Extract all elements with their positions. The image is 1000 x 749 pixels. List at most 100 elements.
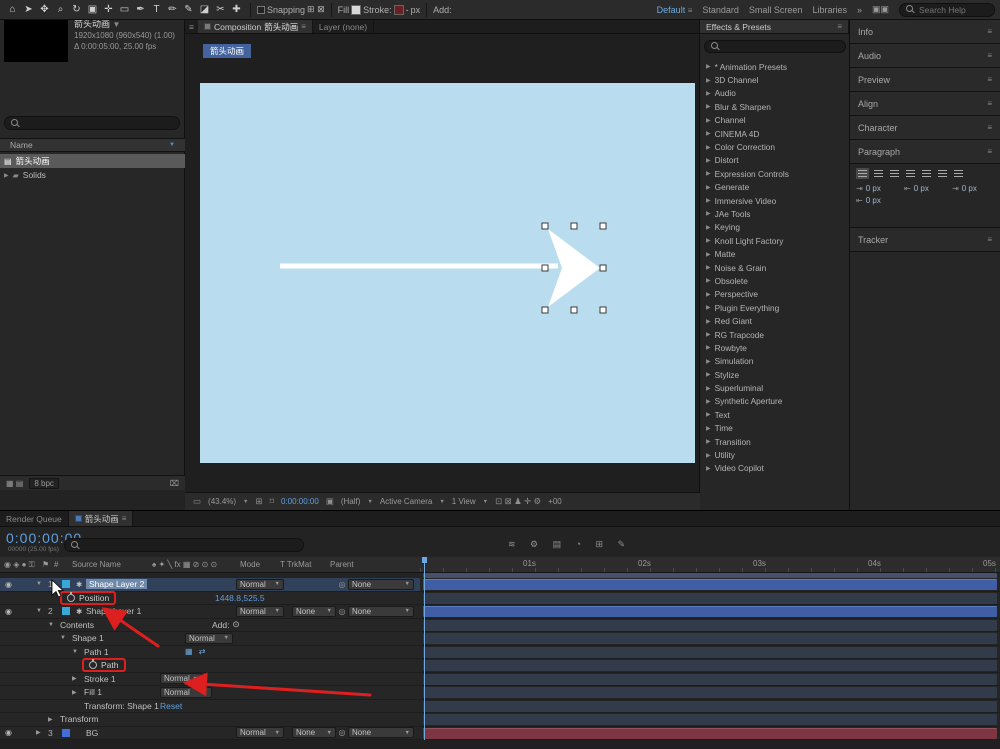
chevron-right-icon[interactable]: ▶ bbox=[706, 117, 711, 124]
selection-handle[interactable] bbox=[570, 222, 578, 230]
effects-category-item[interactable]: ▶ Knoll Light Factory bbox=[700, 234, 850, 247]
tab-composition[interactable]: Composition 箭头动画 ≡ bbox=[197, 20, 313, 33]
position-property-label[interactable]: Position bbox=[79, 593, 109, 603]
shape-tool[interactable]: ▭ bbox=[117, 2, 132, 18]
view-layout-selector[interactable]: 1 View bbox=[452, 497, 476, 506]
path-1-label[interactable]: Path 1 bbox=[84, 647, 109, 657]
chevron-right-icon[interactable]: ▶ bbox=[706, 304, 711, 311]
property-row-path[interactable]: Path bbox=[0, 658, 420, 673]
selection-handle[interactable] bbox=[541, 222, 549, 230]
effects-category-item[interactable]: ▶ Channel bbox=[700, 114, 850, 127]
effects-category-item[interactable]: ▶ Superluminal bbox=[700, 381, 850, 394]
paragraph-indent-field[interactable]: ⇤ 0 px bbox=[856, 196, 898, 205]
effects-category-item[interactable]: ▶ Text bbox=[700, 408, 850, 421]
pan-behind-tool[interactable]: ✛ bbox=[101, 2, 116, 18]
stroke-swatch[interactable] bbox=[393, 4, 404, 15]
position-value[interactable]: 1448.8,525.5 bbox=[215, 593, 265, 603]
selection-handle[interactable] bbox=[599, 264, 607, 272]
effects-category-item[interactable]: ▶ Expression Controls bbox=[700, 167, 850, 180]
chevron-down-icon[interactable]: ▼ bbox=[367, 499, 372, 505]
transform-label[interactable]: Transform bbox=[60, 714, 98, 724]
parent-dropdown[interactable]: None ▼ bbox=[348, 578, 414, 590]
tab-timeline-comp[interactable]: 箭头动画 ≡ bbox=[68, 511, 134, 526]
blend-mode-dropdown[interactable]: Normal ▼ bbox=[160, 673, 202, 685]
effects-category-item[interactable]: ▶ Color Correction bbox=[700, 140, 850, 153]
twirl-down-icon[interactable]: ▼ bbox=[60, 635, 72, 641]
effects-category-item[interactable]: ▶ Red Giant bbox=[700, 314, 850, 327]
status-misc-icons[interactable]: ⊡ ⊠ ♟ ✛ ⚙ bbox=[495, 496, 541, 507]
monitor-icon[interactable]: ▭ bbox=[193, 496, 201, 507]
help-search-input[interactable] bbox=[919, 4, 989, 15]
twirl-right-icon[interactable]: ▶ bbox=[36, 729, 48, 736]
transform-shape-label[interactable]: Transform: Shape 1 bbox=[84, 701, 159, 711]
chevron-right-icon[interactable]: ▶ bbox=[706, 344, 711, 351]
layer-row-shape-layer-2[interactable]: ◉ ▼ 1 ✱ Shape Layer 2 Normal ▼ ◎ None ▼ bbox=[0, 578, 420, 592]
add-shape-button[interactable]: ⊙ bbox=[233, 619, 240, 630]
visibility-eye-icon[interactable]: ◉ bbox=[5, 580, 12, 589]
camera-selector[interactable]: Active Camera bbox=[380, 497, 432, 506]
workspace-overflow-icon[interactable]: » bbox=[857, 5, 862, 15]
effects-category-item[interactable]: ▶ * Animation Presets bbox=[700, 60, 850, 73]
project-search-box[interactable] bbox=[4, 116, 180, 130]
roto-brush-tool[interactable]: ✂ bbox=[213, 2, 228, 18]
effects-category-item[interactable]: ▶ Simulation bbox=[700, 355, 850, 368]
chevron-right-icon[interactable]: ▶ bbox=[706, 291, 711, 298]
layer-color-swatch[interactable] bbox=[62, 580, 70, 589]
justify-last-left-icon[interactable] bbox=[904, 168, 917, 179]
chevron-right-icon[interactable]: ▶ bbox=[706, 398, 711, 405]
twirl-down-icon[interactable]: ▼ bbox=[72, 649, 84, 655]
chevron-right-icon[interactable]: ▶ bbox=[706, 465, 711, 472]
effects-category-item[interactable]: ▶ Generate bbox=[700, 181, 850, 194]
grid-options-icon[interactable]: ⊞ bbox=[256, 496, 263, 507]
justify-all-icon[interactable] bbox=[952, 168, 965, 179]
effects-category-item[interactable]: ▶ Matte bbox=[700, 247, 850, 260]
mode-dropdown[interactable]: Normal ▼ bbox=[236, 605, 284, 617]
twirl-right-icon[interactable]: ▶ bbox=[72, 689, 84, 696]
justify-last-center-icon[interactable] bbox=[920, 168, 933, 179]
workspace-small-screen[interactable]: Small Screen bbox=[749, 5, 803, 15]
sort-arrow-icon[interactable]: ▼ bbox=[169, 142, 175, 148]
chevron-right-icon[interactable]: ▶ bbox=[706, 63, 711, 70]
menu-icon[interactable]: ≡ bbox=[987, 75, 992, 84]
trash-icon[interactable]: ⌧ bbox=[170, 479, 179, 488]
tab-effects-presets[interactable]: Effects & Presets ≡ bbox=[700, 20, 849, 33]
home-tool[interactable]: ⌂ bbox=[5, 2, 20, 18]
stroke-1-label[interactable]: Stroke 1 bbox=[84, 674, 116, 684]
effects-category-item[interactable]: ▶ 3D Channel bbox=[700, 73, 850, 86]
zoom-tool[interactable]: ⌕ bbox=[53, 2, 68, 18]
menu-icon[interactable]: ≡ bbox=[837, 22, 842, 31]
align-left-icon[interactable] bbox=[856, 168, 869, 179]
selection-handle[interactable] bbox=[599, 222, 607, 230]
contents-label[interactable]: Contents bbox=[60, 620, 94, 630]
stopwatch-icon[interactable] bbox=[89, 659, 97, 670]
effects-category-item[interactable]: ▶ Synthetic Aperture bbox=[700, 395, 850, 408]
parent-pickwhip-icon[interactable]: ◎ bbox=[336, 607, 348, 616]
chevron-right-icon[interactable]: ▶ bbox=[706, 411, 711, 418]
group-row-fill-1[interactable]: ▶ Fill 1 Normal ▼ bbox=[0, 686, 420, 700]
resolution-icon[interactable]: ▣ bbox=[326, 496, 334, 507]
chevron-right-icon[interactable]: ▶ bbox=[706, 77, 711, 84]
clone-stamp-tool[interactable]: ✎ bbox=[181, 2, 196, 18]
hand-tool[interactable]: ✥ bbox=[37, 2, 52, 18]
project-comp-name[interactable]: 箭头动画 ▼ bbox=[74, 19, 175, 30]
pen-tool[interactable]: ✒ bbox=[133, 2, 148, 18]
property-row-position[interactable]: Position 1448.8,525.5 bbox=[0, 590, 420, 605]
column-mode[interactable]: Mode bbox=[240, 560, 260, 569]
tab-render-queue[interactable]: Render Queue bbox=[0, 511, 69, 526]
menu-icon[interactable]: ≡ bbox=[301, 22, 306, 31]
paragraph-indent-field[interactable]: ⇥ 0 px bbox=[856, 184, 898, 193]
chevron-right-icon[interactable]: ▶ bbox=[706, 425, 711, 432]
column-number[interactable]: # bbox=[54, 560, 58, 569]
chevron-right-icon[interactable]: ▶ bbox=[706, 277, 711, 284]
chevron-right-icon[interactable]: ▶ bbox=[706, 210, 711, 217]
timeline-search-box[interactable] bbox=[64, 538, 304, 552]
status-current-time[interactable]: 0:00:00:00 bbox=[281, 497, 319, 506]
layer-color-swatch[interactable] bbox=[62, 728, 70, 737]
composition-thumbnail[interactable] bbox=[4, 18, 68, 62]
parent-pickwhip-icon[interactable]: ◎ bbox=[336, 580, 348, 589]
layer-row-shape-layer-1[interactable]: ◉ ▼ 2 ✱ Shape Layer 1 Normal ▼ None ▼ ◎ No… bbox=[0, 605, 420, 619]
current-time-indicator-line[interactable] bbox=[424, 557, 425, 740]
column-source-name[interactable]: Source Name bbox=[72, 560, 121, 569]
twirl-right-icon[interactable]: ▶ bbox=[72, 675, 84, 682]
layer-row-bg[interactable]: ◉ ▶ 3 BG Normal ▼ None ▼ ◎ None ▼ bbox=[0, 726, 420, 740]
